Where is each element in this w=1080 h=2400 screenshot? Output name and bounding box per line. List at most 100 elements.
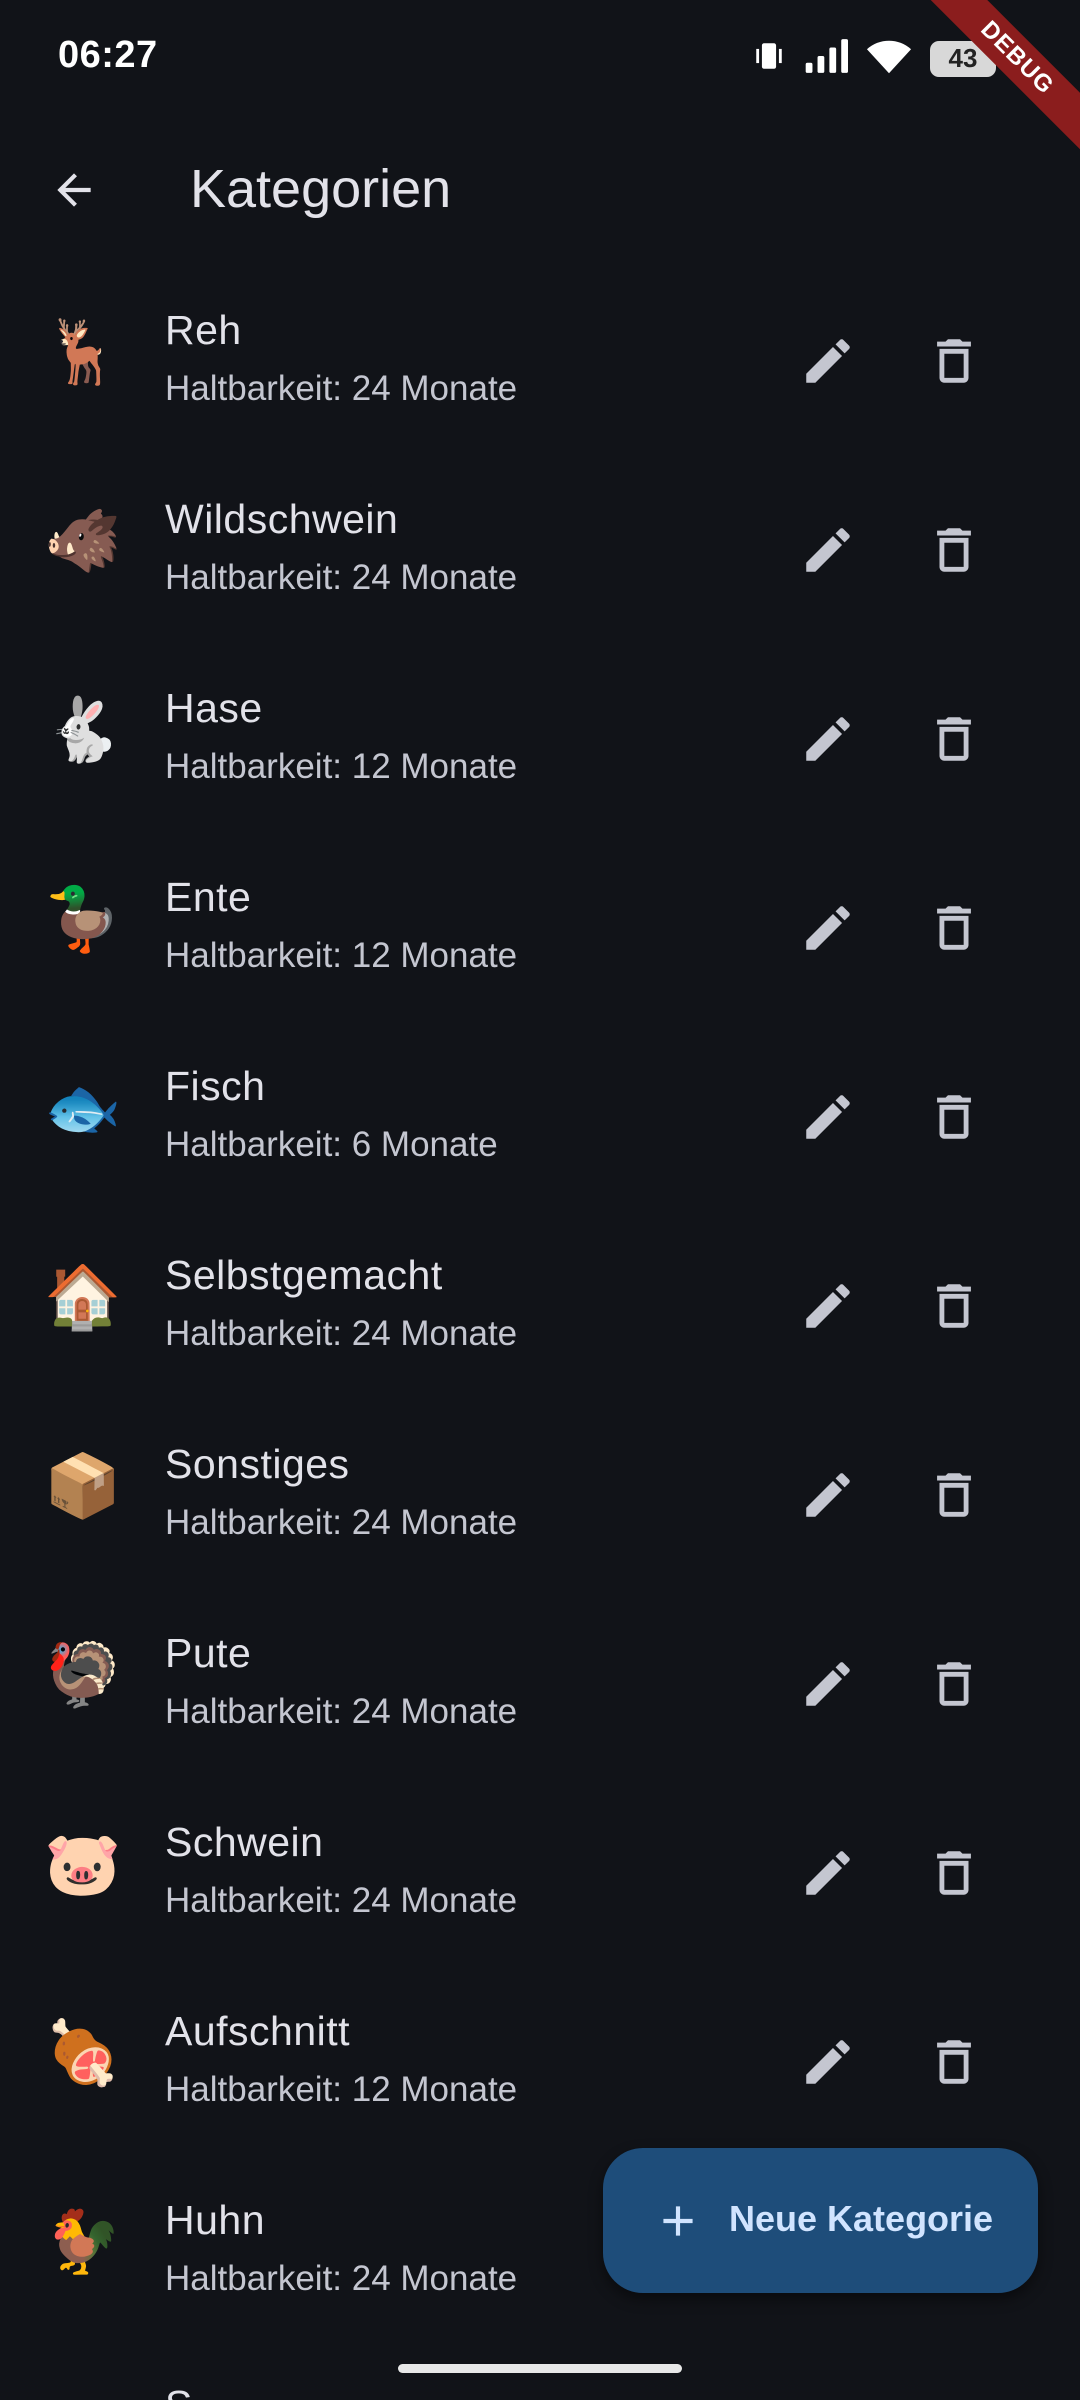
trash-icon [937,1473,971,1517]
category-emoji-icon: 🍖 [44,2019,122,2088]
edit-button[interactable] [786,1831,870,1915]
delete-button[interactable] [912,1264,996,1348]
list-item[interactable]: 🐗 Wildschwein Haltbarkeit: 24 Monate [0,454,1080,643]
category-name: Hase [165,685,263,731]
trash-icon [937,339,971,383]
pencil-icon [806,1851,850,1895]
pencil-icon [806,717,850,761]
edit-button[interactable] [786,1075,870,1159]
category-name: Fisch [165,1063,266,1109]
delete-button[interactable] [912,697,996,781]
trash-icon [937,1851,971,1895]
category-name: Aufschnitt [165,2008,351,2054]
list-item[interactable]: 🦃 Pute Haltbarkeit: 24 Monate [0,1588,1080,1777]
edit-button[interactable] [786,697,870,781]
back-button[interactable] [36,152,112,228]
category-shelf-life: Haltbarkeit: 6 Monate [165,1125,498,1164]
trash-icon [937,1095,971,1139]
edit-button[interactable] [786,508,870,592]
category-shelf-life: Haltbarkeit: 12 Monate [165,936,518,975]
new-category-button[interactable]: Neue Kategorie [603,2148,1038,2293]
vibrate-icon [752,39,786,78]
trash-icon [937,717,971,761]
pencil-icon [806,339,850,383]
category-name: Ente [165,874,252,920]
category-name: Schwein [165,1819,324,1865]
pencil-icon [806,2040,850,2084]
new-category-label: Neue Kategorie [729,2198,994,2239]
category-emoji-icon: 🏠 [44,1263,122,1332]
category-shelf-life: Haltbarkeit: 24 Monate [165,558,518,597]
category-name: Huhn [165,2197,266,2243]
edit-button[interactable] [786,1642,870,1726]
delete-button[interactable] [912,886,996,970]
category-name: Sonstiges [165,1441,350,1487]
category-name: Reh [165,307,242,353]
category-emoji-icon: 🐓 [44,2208,122,2277]
category-shelf-life: Haltbarkeit: 12 Monate [165,747,518,786]
list-item[interactable]: 🐇 Hase Haltbarkeit: 12 Monate [0,643,1080,832]
list-item[interactable]: 🍖 Aufschnitt Haltbarkeit: 12 Monate [0,1966,1080,2155]
delete-button[interactable] [912,319,996,403]
list-item[interactable]: 🐷 Schwein Haltbarkeit: 24 Monate [0,1777,1080,1966]
category-emoji-icon: 🦌 [44,318,122,387]
pencil-icon [806,1473,850,1517]
battery-level: 43 [948,43,978,73]
edit-button[interactable] [786,1264,870,1348]
delete-button[interactable] [912,1831,996,1915]
edit-button[interactable] [786,2020,870,2104]
trash-icon [937,1284,971,1328]
list-item[interactable]: 🦌 Reh Haltbarkeit: 24 Monate [0,265,1080,454]
category-shelf-life: Haltbarkeit: 24 Monate [165,1503,518,1542]
status-bar: 06:27 43 [0,0,1080,110]
category-shelf-life: Haltbarkeit: 24 Monate [165,1692,518,1731]
pencil-icon [806,1284,850,1328]
category-name: Wildschwein [165,496,399,542]
list-item[interactable]: 🐟 Fisch Haltbarkeit: 6 Monate [0,1021,1080,1210]
category-shelf-life: Haltbarkeit: 24 Monate [165,2259,518,2298]
category-emoji-icon: 🦆 [44,885,122,954]
category-shelf-life: Haltbarkeit: 24 Monate [165,369,518,408]
category-list: 🦌 Reh Haltbarkeit: 24 Monate 🐗 Wildschwein Ha… [0,265,1080,2344]
list-item-partial: S [165,2382,192,2400]
category-emoji-icon: 🐇 [44,696,122,765]
battery-icon: 43 [930,40,1003,77]
trash-icon [937,906,971,950]
page-title: Kategorien [190,159,452,219]
category-name: Pute [165,1630,252,1676]
pencil-icon [806,1662,850,1706]
trash-icon [937,1662,971,1706]
list-item[interactable]: 🏠 Selbstgemacht Haltbarkeit: 24 Monate [0,1210,1080,1399]
edit-button[interactable] [786,886,870,970]
trash-icon [937,2040,971,2084]
list-item[interactable]: 🦆 Ente Haltbarkeit: 12 Monate [0,832,1080,1021]
delete-button[interactable] [912,1075,996,1159]
delete-button[interactable] [912,2020,996,2104]
wifi-icon [866,38,912,79]
status-icons: 43 [752,38,1003,79]
home-indicator[interactable] [398,2364,682,2373]
category-shelf-life: Haltbarkeit: 12 Monate [165,2070,518,2109]
category-emoji-icon: 🐷 [44,1830,122,1899]
app-bar: Kategorien [0,120,1080,260]
category-emoji-icon: 🐗 [44,507,122,576]
category-emoji-icon: 📦 [44,1452,122,1521]
signal-icon [804,39,848,78]
category-shelf-life: Haltbarkeit: 24 Monate [165,1881,518,1920]
list-item[interactable]: 📦 Sonstiges Haltbarkeit: 24 Monate [0,1399,1080,1588]
arrow-back-icon [57,173,91,207]
delete-button[interactable] [912,1642,996,1726]
delete-button[interactable] [912,1453,996,1537]
category-emoji-icon: 🐟 [44,1074,122,1143]
category-emoji-icon: 🦃 [44,1641,122,1710]
plus-icon [663,2206,693,2236]
edit-button[interactable] [786,319,870,403]
edit-button[interactable] [786,1453,870,1537]
trash-icon [937,528,971,572]
pencil-icon [806,528,850,572]
pencil-icon [806,906,850,950]
delete-button[interactable] [912,508,996,592]
category-name: Selbstgemacht [165,1252,443,1298]
category-shelf-life: Haltbarkeit: 24 Monate [165,1314,518,1353]
pencil-icon [806,1095,850,1139]
